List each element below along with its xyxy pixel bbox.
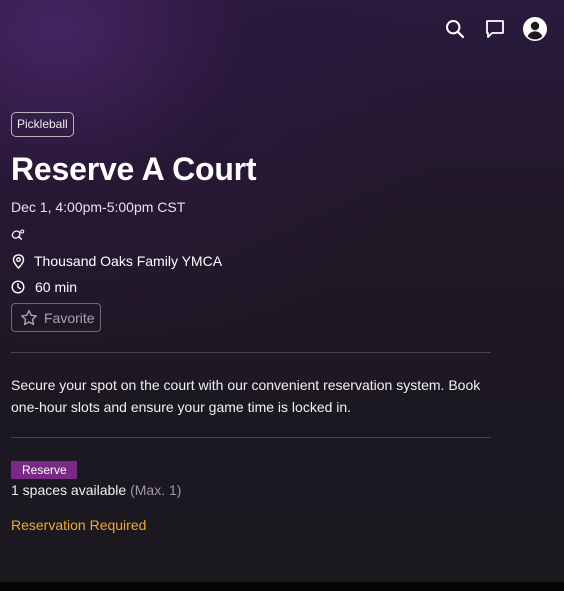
star-icon [20,309,38,327]
duration-row: 60 min [11,277,492,297]
search-icon[interactable] [442,16,468,42]
favorite-button[interactable]: Favorite [11,303,101,332]
page-title: Reserve A Court [11,151,257,187]
spaces-count: 1 spaces available [11,482,127,498]
location-pin-icon [11,253,25,269]
reservation-required-notice: Reservation Required [11,517,147,533]
spaces-available: 1 spaces available (Max. 1) [11,481,492,499]
chat-icon[interactable] [482,16,508,42]
category-badge: Pickleball [11,112,74,137]
pickleball-icon [11,228,25,242]
favorite-label: Favorite [44,309,95,326]
event-content: Pickleball Reserve A Court Dec 1, 4:00pm… [11,112,492,534]
location-row: Thousand Oaks Family YMCA [11,251,492,271]
sport-row [11,225,492,245]
clock-icon [11,280,25,294]
divider [11,352,491,353]
event-datetime: Dec 1, 4:00pm-5:00pm CST [11,199,186,215]
max-spaces: (Max. 1) [130,482,182,498]
location-text: Thousand Oaks Family YMCA [34,253,223,269]
divider [11,437,491,438]
event-description: Secure your spot on the court with our c… [11,377,481,415]
bottom-bar [0,582,564,591]
header-actions [442,16,548,42]
account-icon[interactable] [522,16,548,42]
event-detail-page: Pickleball Reserve A Court Dec 1, 4:00pm… [0,0,564,582]
duration-text: 60 min [35,279,78,295]
reserve-button[interactable]: Reserve [11,461,77,479]
